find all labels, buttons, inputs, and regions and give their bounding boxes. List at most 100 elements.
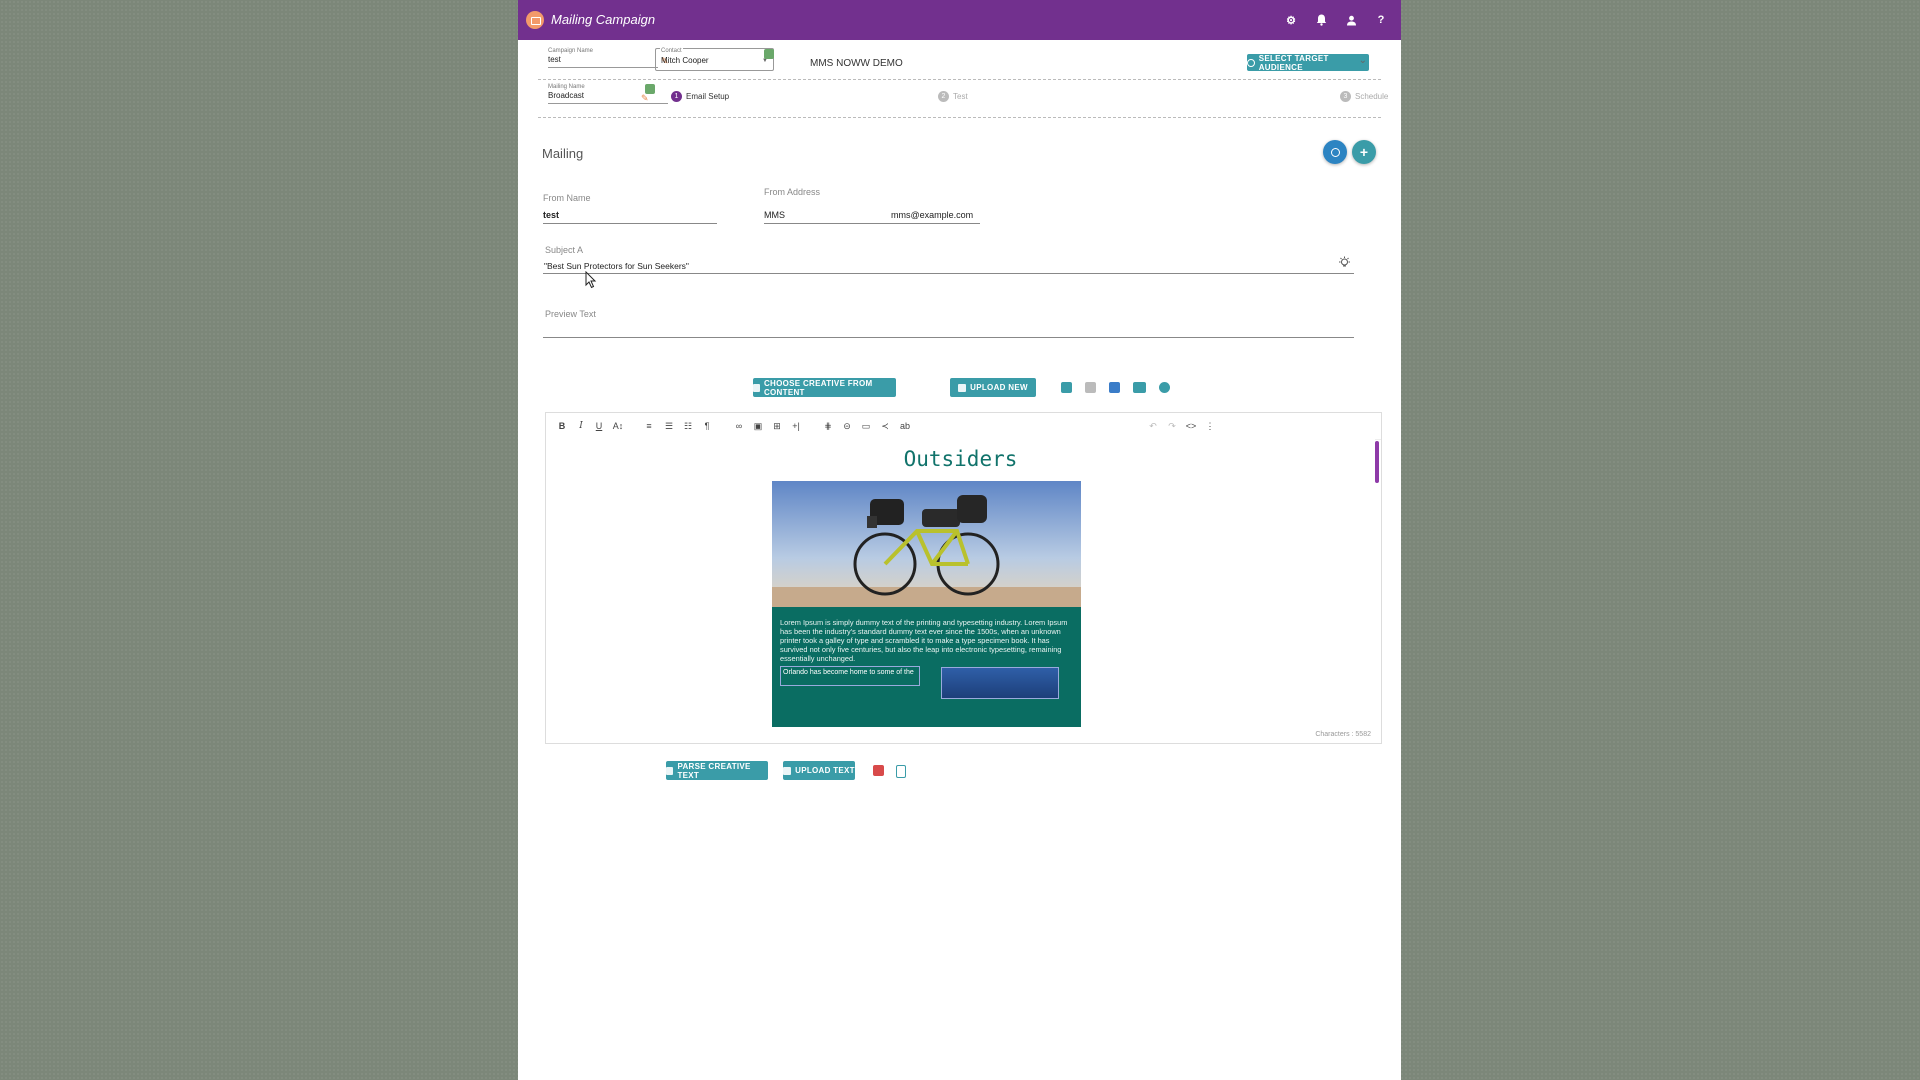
more-vertical-icon[interactable]: ⋮	[1203, 419, 1217, 433]
monitor-icon[interactable]: ▭	[859, 419, 873, 433]
add-button[interactable]: +	[1352, 140, 1376, 164]
from-address-underline	[764, 223, 980, 224]
step-schedule[interactable]: 3 Schedule	[1340, 91, 1388, 102]
email-lorem-text: Lorem Ipsum is simply dummy text of the …	[780, 618, 1068, 663]
touch-icon[interactable]	[1159, 382, 1170, 393]
subject-label: Subject A	[545, 245, 584, 255]
campaign-name-field[interactable]: Campaign Name test	[548, 48, 658, 68]
help-icon[interactable]: ?	[1373, 12, 1389, 28]
upload-icon	[958, 383, 967, 392]
from-address-prefix[interactable]: MMS	[764, 210, 785, 220]
document-icon[interactable]	[1109, 382, 1120, 393]
rich-text-editor[interactable]: B I U A↕ ≡ ☰ ☷ ¶ ∞ ▣ ⊞ +| ⋕ ⊝ ▭ ≺ ab ↶ ↷…	[545, 412, 1382, 744]
paragraph-icon[interactable]: ¶	[700, 419, 714, 433]
campaign-name-label: Campaign Name	[548, 48, 594, 54]
preview-text-underline	[543, 337, 1354, 338]
italic-icon[interactable]: I	[574, 419, 588, 433]
upload-new-button[interactable]: UPLOAD NEW	[950, 378, 1036, 397]
from-address-label: From Address	[764, 187, 821, 197]
redo-icon[interactable]: ↷	[1165, 419, 1179, 433]
upload-text-icon	[783, 766, 792, 775]
gear-icon[interactable]: ⚙	[1283, 12, 1299, 28]
subject-input[interactable]: "Best Sun Protectors for Sun Seekers"	[544, 261, 689, 271]
mobile-icon[interactable]	[896, 765, 906, 778]
email-body-block: Lorem Ipsum is simply dummy text of the …	[772, 607, 1081, 727]
info-icon	[1330, 147, 1340, 157]
step-test[interactable]: 2 Test	[938, 91, 968, 102]
spellcheck-icon[interactable]: ab	[898, 419, 912, 433]
editor-content[interactable]: Outsiders Lorem Ipsum is simply dummy te…	[546, 439, 1375, 727]
editor-scrollbar[interactable]	[1375, 441, 1379, 483]
subject-underline	[543, 273, 1354, 274]
from-name-underline	[543, 223, 717, 224]
upload-text-label: UPLOAD TEXT	[795, 766, 855, 775]
font-size-icon[interactable]: A↕	[611, 419, 625, 433]
step-label: Email Setup	[686, 92, 730, 101]
parse-icon	[666, 766, 674, 775]
table-icon[interactable]: ⊞	[770, 419, 784, 433]
settings-sliders-icon[interactable]: ⋕	[821, 419, 835, 433]
character-count: Characters : 5582	[1315, 731, 1371, 738]
parse-creative-text-label: PARSE CREATIVE TEXT	[677, 761, 751, 780]
contact-list-icon[interactable]	[764, 49, 774, 59]
list-icon[interactable]: ☷	[681, 419, 695, 433]
mailing-section-title: Mailing	[542, 146, 584, 161]
contact-value: Mitch Cooper	[661, 56, 709, 65]
align-center-icon[interactable]: ☰	[662, 419, 676, 433]
step-label: Test	[953, 92, 968, 101]
from-address-email[interactable]: mms@example.com	[891, 210, 973, 220]
upload-new-label: UPLOAD NEW	[970, 383, 1028, 392]
emoji-icon[interactable]: ⊝	[840, 419, 854, 433]
editor-toolbar: B I U A↕ ≡ ☰ ☷ ¶ ∞ ▣ ⊞ +| ⋕ ⊝ ▭ ≺ ab ↶ ↷…	[546, 413, 1381, 440]
text-preview-icon[interactable]	[873, 765, 884, 776]
from-name-label: From Name	[543, 193, 591, 203]
contact-field[interactable]: Contact Mitch Cooper ▼	[655, 48, 774, 71]
cloud-icon	[753, 383, 760, 392]
app-window: Mailing Campaign ⚙ ? Campaign Name test …	[518, 0, 1401, 1080]
save-icon[interactable]	[1085, 382, 1096, 393]
image-icon[interactable]: ▣	[751, 419, 765, 433]
info-button[interactable]	[1323, 140, 1347, 164]
edit-marker-icon: ✎	[641, 93, 649, 103]
step-number: 1	[671, 91, 682, 102]
account-name: MMS NOWW DEMO	[810, 58, 903, 69]
file-icon[interactable]	[1061, 382, 1072, 393]
from-name-input[interactable]: test	[543, 210, 559, 220]
lightbulb-icon[interactable]	[1338, 256, 1350, 268]
app-title: Mailing Campaign	[551, 12, 656, 27]
top-bar: Mailing Campaign ⚙ ?	[518, 0, 1401, 40]
email-title: Outsiders	[903, 447, 1018, 471]
preview-text-label: Preview Text	[545, 309, 596, 319]
target-icon	[1247, 58, 1255, 67]
choose-creative-label: CHOOSE CREATIVE FROM CONTENT	[763, 378, 873, 397]
step-number: 3	[1340, 91, 1351, 102]
insert-row-icon[interactable]: +|	[789, 419, 803, 433]
select-target-audience-label: SELECT TARGET AUDIENCE	[1258, 53, 1329, 72]
plus-icon: +	[1359, 144, 1369, 160]
campaign-header: Campaign Name test ✎ Contact Mitch Coope…	[538, 45, 1381, 80]
campaign-name-value[interactable]: test	[548, 55, 658, 64]
bell-icon[interactable]	[1313, 12, 1329, 28]
step-label: Schedule	[1355, 92, 1389, 101]
code-view-icon[interactable]: <>	[1184, 419, 1198, 433]
select-target-audience-button[interactable]: SELECT TARGET AUDIENCE	[1247, 53, 1369, 72]
mouse-cursor-icon	[585, 270, 597, 294]
share-icon[interactable]: ≺	[878, 419, 892, 433]
undo-icon[interactable]: ↶	[1146, 419, 1160, 433]
secondary-image	[941, 667, 1059, 699]
bicycle-hero-image	[772, 481, 1081, 607]
bold-icon[interactable]: B	[555, 419, 569, 433]
choose-creative-button[interactable]: CHOOSE CREATIVE FROM CONTENT	[753, 378, 896, 397]
underline-icon[interactable]: U	[592, 419, 606, 433]
align-left-icon[interactable]: ≡	[642, 419, 656, 433]
contact-label: Contact	[660, 48, 683, 54]
expand-chevron-icon[interactable]: ⌄	[1359, 55, 1367, 66]
upload-text-button[interactable]: UPLOAD TEXT	[783, 761, 855, 780]
step-number: 2	[938, 91, 949, 102]
step-email-setup[interactable]: 1 Email Setup	[671, 91, 729, 102]
preview-devices-icon[interactable]	[1133, 382, 1146, 393]
user-icon[interactable]	[1343, 12, 1359, 28]
orlando-text-box: Orlando has become home to some of the	[780, 666, 920, 686]
link-icon[interactable]: ∞	[732, 419, 746, 433]
parse-creative-text-button[interactable]: PARSE CREATIVE TEXT	[666, 761, 768, 780]
